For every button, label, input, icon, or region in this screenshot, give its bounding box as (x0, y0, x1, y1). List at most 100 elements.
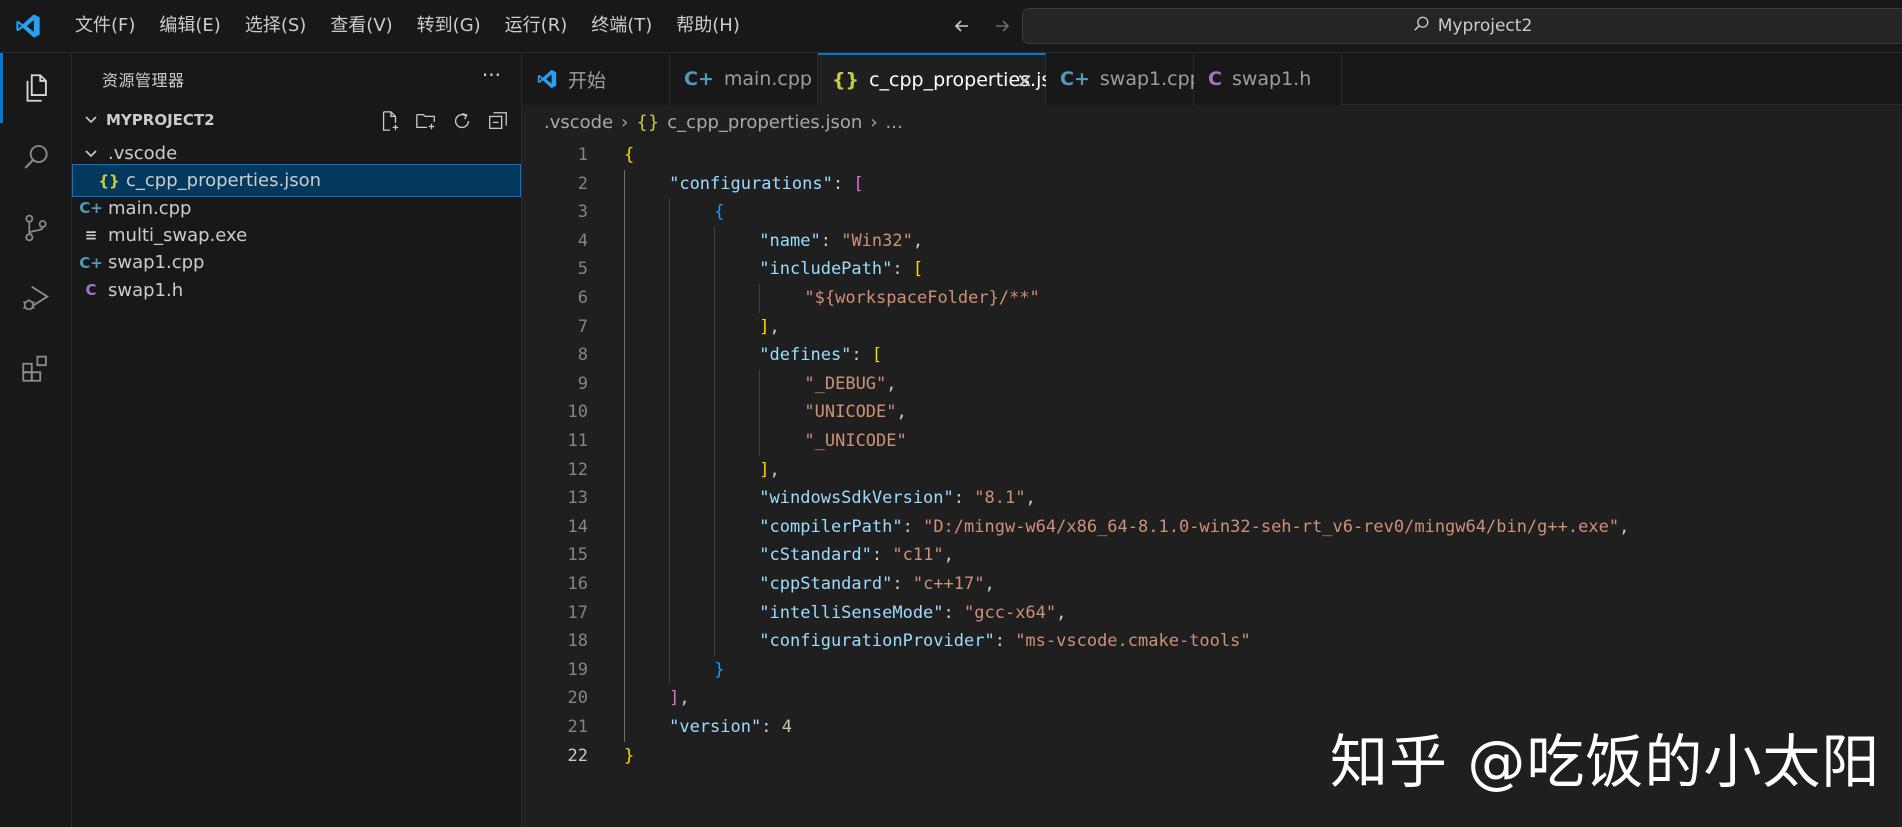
code-line: } (714, 656, 724, 684)
code-token: ] (759, 459, 770, 480)
code-line: "cStandard": "c11", (759, 541, 954, 569)
menu-item[interactable]: 查看(V) (318, 9, 404, 43)
line-number: 6 (577, 288, 588, 308)
arrow-left-icon[interactable] (946, 10, 978, 42)
line-number: 17 (567, 602, 588, 623)
code-token: ] (669, 688, 680, 709)
menu-item[interactable]: 文件(F) (63, 9, 147, 43)
refresh-icon[interactable] (449, 108, 475, 134)
code-token: : (871, 545, 893, 566)
line-number: 8 (577, 345, 588, 366)
code-line: { (624, 141, 634, 169)
code-token: "_UNICODE" (804, 431, 907, 451)
menu-item[interactable]: 编辑(E) (147, 9, 232, 43)
code-token: { (714, 202, 725, 223)
vscode-logo (536, 68, 558, 90)
code-line: "windowsSdkVersion": "8.1", (759, 484, 1035, 512)
code-token: "8.1" (974, 488, 1026, 509)
code-token: "cStandard" (759, 545, 872, 566)
run-debug-icon[interactable] (0, 263, 72, 333)
code-line: "includePath": [ (759, 255, 923, 283)
search-icon[interactable] (0, 123, 72, 193)
breadcrumb-item-folder[interactable]: .vscode (544, 112, 613, 133)
code-token: "cppStandard" (759, 574, 893, 594)
code-token: "_DEBUG" (804, 373, 887, 394)
extensions-icon[interactable] (0, 333, 72, 403)
line-number: 19 (567, 659, 588, 680)
code-line: "cppStandard": "c++17", (759, 570, 994, 598)
menu-item[interactable]: 转到(G) (405, 9, 493, 43)
line-number: 14 (567, 516, 588, 537)
tab-main-cpp[interactable]: C+ main.cpp (670, 53, 818, 105)
code-token: "gcc-x64" (964, 602, 1057, 623)
menu-item[interactable]: 帮助(H) (664, 9, 752, 43)
code-token: "name" (759, 230, 821, 251)
command-center-text: Myproject2 (1437, 16, 1533, 36)
chevron-right-icon: › (870, 111, 878, 133)
cpp-file-icon: C+ (1060, 68, 1090, 90)
tab-swap1-h[interactable]: Cswap1.h (1194, 53, 1342, 105)
vscode-logo[interactable] (0, 0, 55, 53)
menu-item[interactable]: 终端(T) (579, 9, 664, 43)
code-token: : (761, 717, 782, 737)
code-token: [ (912, 259, 924, 280)
breadcrumb-item-symbol[interactable]: ... (886, 112, 903, 133)
tab-c-cpp-properties-json[interactable]: {} c_cpp_properties.json ✕ (818, 53, 1075, 105)
code-token: : (851, 345, 872, 366)
code-token: "windowsSdkVersion" (759, 488, 954, 509)
more-actions-icon[interactable]: ··· (482, 63, 501, 87)
tab-swap1-cpp[interactable]: C+ swap1.cpp (1046, 53, 1202, 105)
source-control-icon[interactable] (0, 193, 72, 263)
indent-guide (669, 198, 671, 685)
code-token: , (1025, 488, 1036, 509)
code-token: "includePath" (759, 259, 893, 280)
code-line: ], (759, 313, 780, 341)
code-line: "${workspaceFolder}/**" (804, 284, 1039, 312)
sidebar-title: 资源管理器 (102, 71, 185, 90)
code-token: { (624, 145, 635, 165)
cpp-file-icon: C+ (79, 253, 103, 272)
explorer-sidebar: 资源管理器 ··· MYPROJECT2 .vscode {} c_cpp_prop… (72, 53, 522, 827)
arrow-right-icon[interactable] (986, 10, 1018, 42)
command-center-search[interactable]: Myproject2 (1022, 8, 1902, 44)
code-token: "intelliSenseMode" (759, 602, 944, 623)
line-number: 12 (567, 459, 588, 480)
tab-label: swap1.cpp (1099, 68, 1202, 90)
line-number: 13 (567, 488, 588, 509)
file-tree-item[interactable]: Cswap1.h (72, 274, 521, 307)
code-token: [ (871, 345, 883, 366)
chevron-down-icon (72, 113, 102, 127)
code-line: "configurations": [ (669, 170, 864, 198)
menu-item[interactable]: 运行(R) (493, 9, 580, 43)
code-token: , (943, 545, 954, 566)
line-number: 18 (567, 631, 588, 652)
code-token: "c11" (892, 545, 944, 566)
breadcrumb-item-file[interactable]: c_cpp_properties.json (667, 112, 862, 133)
cpp-file-icon: C+ (684, 68, 714, 90)
tab-label: swap1.h (1231, 68, 1312, 90)
code-token: "ms-vscode.cmake-tools" (1015, 631, 1251, 652)
line-number: 2 (577, 173, 588, 194)
line-number: 15 (567, 545, 588, 566)
json-file-icon: {} (832, 69, 860, 91)
close-icon[interactable]: ✕ (1016, 69, 1033, 93)
tab-label: c_cpp_properties.json (869, 69, 1075, 91)
file-tree-label: .vscode (108, 143, 178, 164)
c-file-icon: C (1208, 68, 1222, 90)
workspace-section-header[interactable]: MYPROJECT2 (72, 104, 521, 136)
file-tree-label: swap1.h (108, 279, 184, 301)
line-number: 3 (577, 202, 588, 223)
code-token: , (769, 459, 780, 480)
collapse-all-icon[interactable] (485, 108, 511, 134)
file-tree-label: c_cpp_properties.json (126, 170, 322, 192)
indent-guide (624, 169, 625, 742)
new-file-icon[interactable] (377, 108, 403, 134)
indent-guide (759, 284, 761, 313)
tab-start[interactable]: 开始 (522, 53, 670, 105)
line-number: 7 (577, 316, 588, 337)
tab-label: 开始 (568, 69, 607, 92)
code-line: "_UNICODE" (804, 427, 906, 455)
explorer-icon[interactable] (0, 53, 72, 123)
new-folder-icon[interactable] (413, 108, 439, 134)
menu-item[interactable]: 选择(S) (233, 9, 318, 43)
